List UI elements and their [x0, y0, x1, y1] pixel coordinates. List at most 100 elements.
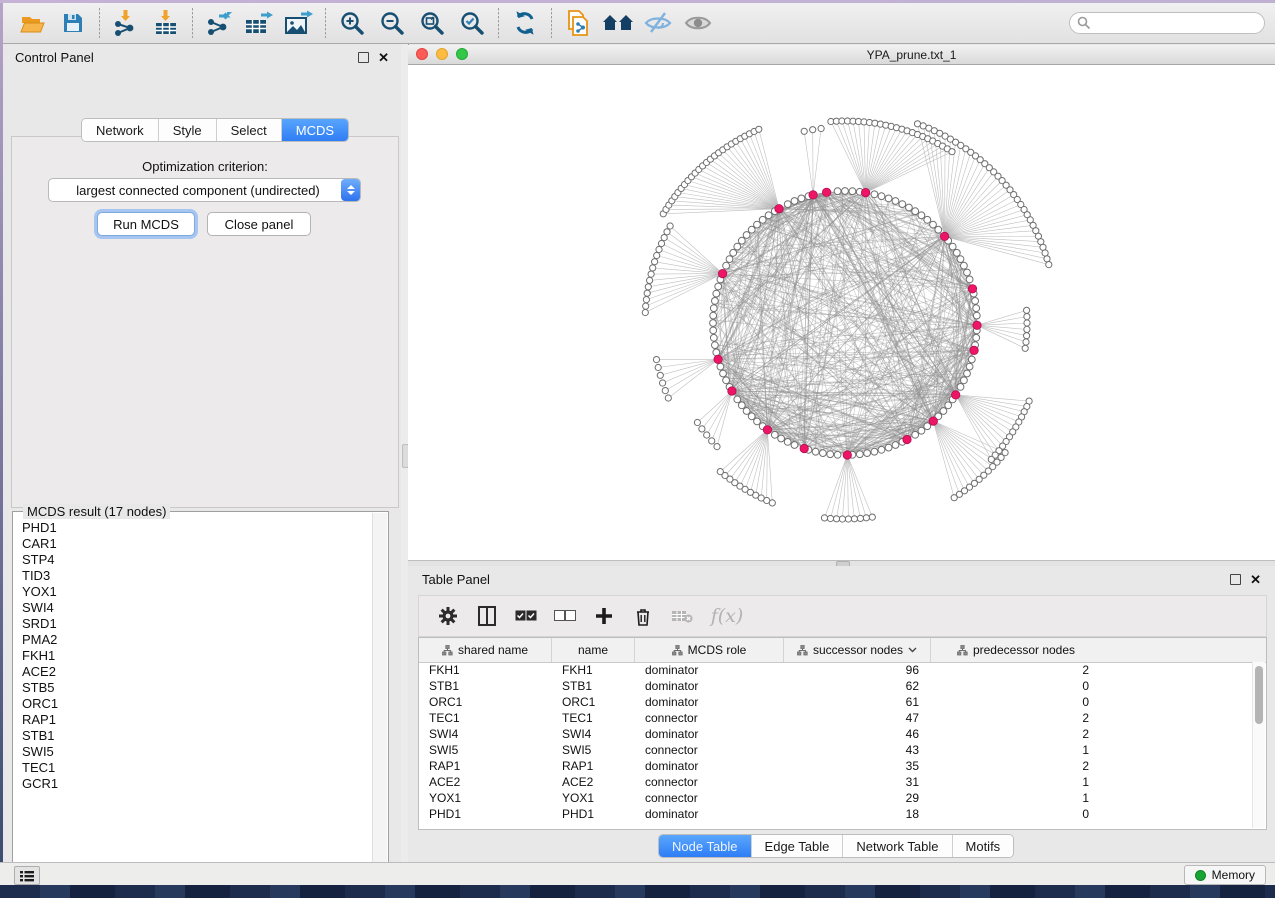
save-session-button[interactable] [53, 6, 93, 40]
zoom-fit-button[interactable] [412, 6, 452, 40]
column-header-predecessor-nodes[interactable]: predecessor nodes [931, 638, 1101, 662]
table-cell: 2 [931, 662, 1101, 678]
table-row[interactable]: RAP1RAP1dominator352 [419, 758, 1253, 774]
run-mcds-button[interactable]: Run MCDS [97, 212, 195, 236]
zoom-selected-button[interactable] [452, 6, 492, 40]
mcds-result-item[interactable]: YOX1 [22, 584, 373, 600]
mcds-result-item[interactable]: PMA2 [22, 632, 373, 648]
close-panel-icon[interactable]: ✕ [1250, 575, 1261, 584]
tab-motifs[interactable]: Motifs [953, 835, 1014, 857]
export-table-icon [244, 10, 274, 36]
list-icon [20, 870, 34, 882]
mcds-result-item[interactable]: ACE2 [22, 664, 373, 680]
import-table-button[interactable] [146, 6, 186, 40]
mcds-result-scrollbar[interactable] [372, 513, 387, 882]
memory-status-dot [1195, 870, 1206, 881]
table-row[interactable]: SWI4SWI4dominator462 [419, 726, 1253, 742]
table-row[interactable]: YOX1YOX1connector291 [419, 790, 1253, 806]
mcds-result-item[interactable]: TEC1 [22, 760, 373, 776]
mcds-result-list[interactable]: PHD1CAR1STP4TID3YOX1SWI4SRD1PMA2FKH1ACE2… [14, 520, 373, 882]
node-table-body: FKH1FKH1dominator962STB1STB1dominator620… [419, 662, 1253, 829]
table-row[interactable]: ORC1ORC1dominator610 [419, 694, 1253, 710]
column-tree-icon [672, 645, 683, 656]
table-cell: ORC1 [419, 694, 552, 710]
table-cell: YOX1 [419, 790, 552, 806]
mcds-result-item[interactable]: STB5 [22, 680, 373, 696]
search-input[interactable] [1069, 12, 1265, 34]
mcds-result-item[interactable]: RAP1 [22, 712, 373, 728]
export-network-icon [205, 10, 233, 36]
tab-network[interactable]: Network [82, 119, 159, 141]
float-panel-icon[interactable] [358, 52, 369, 63]
mcds-result-item[interactable]: FKH1 [22, 648, 373, 664]
mcds-result-item[interactable]: ORC1 [22, 696, 373, 712]
close-window-icon[interactable] [416, 48, 428, 60]
export-image-button[interactable] [279, 6, 319, 40]
table-row[interactable]: STB1STB1dominator620 [419, 678, 1253, 694]
mcds-result-item[interactable]: GCR1 [22, 776, 373, 792]
mcds-result-item[interactable]: TID3 [22, 568, 373, 584]
column-header-name[interactable]: name [552, 638, 635, 662]
maximize-window-icon[interactable] [456, 48, 468, 60]
import-network-button[interactable] [106, 6, 146, 40]
export-table-button[interactable] [239, 6, 279, 40]
hide-details-button[interactable] [638, 6, 678, 40]
table-row[interactable]: SWI5SWI5connector431 [419, 742, 1253, 758]
task-history-button[interactable] [14, 866, 40, 885]
export-network-button[interactable] [199, 6, 239, 40]
minimize-window-icon[interactable] [436, 48, 448, 60]
table-row[interactable]: PHD1PHD1dominator180 [419, 806, 1253, 822]
memory-button[interactable]: Memory [1184, 865, 1266, 885]
table-cell: ACE2 [419, 774, 552, 790]
mcds-result-item[interactable]: PHD1 [22, 520, 373, 536]
table-row[interactable]: ACE2ACE2connector311 [419, 774, 1253, 790]
tab-edge-table[interactable]: Edge Table [752, 835, 844, 857]
close-panel-icon[interactable]: ✕ [378, 53, 389, 62]
table-row[interactable]: FKH1FKH1dominator962 [419, 662, 1253, 678]
table-scrollbar-thumb[interactable] [1255, 666, 1263, 724]
optimization-criterion-label: Optimization criterion: [12, 159, 398, 174]
node-table: shared namenameMCDS rolesuccessor nodesp… [418, 637, 1267, 830]
delete-column-button[interactable] [630, 603, 656, 629]
mcds-result-item[interactable]: STB1 [22, 728, 373, 744]
close-panel-button[interactable]: Close panel [207, 212, 311, 236]
column-header-MCDS-role[interactable]: MCDS role [635, 638, 784, 662]
clone-network-button[interactable] [558, 6, 598, 40]
zoom-in-button[interactable] [332, 6, 372, 40]
zoom-out-button[interactable] [372, 6, 412, 40]
deselect-all-columns-button[interactable] [552, 603, 578, 629]
tab-style[interactable]: Style [159, 119, 217, 141]
mcds-result-item[interactable]: STP4 [22, 552, 373, 568]
network-window-titlebar[interactable]: YPA_prune.txt_1 [408, 45, 1275, 65]
table-cell: STB1 [419, 678, 552, 694]
float-panel-icon[interactable] [1230, 574, 1241, 585]
optimization-criterion-select[interactable]: largest connected component (undirected) [48, 178, 361, 202]
network-canvas[interactable] [408, 65, 1275, 560]
mcds-result-item[interactable]: SRD1 [22, 616, 373, 632]
table-cell: STB1 [552, 678, 635, 694]
column-header-successor-nodes[interactable]: successor nodes [784, 638, 931, 662]
tab-network-table[interactable]: Network Table [843, 835, 952, 857]
mcds-result-group: MCDS result (17 nodes) PHD1CAR1STP4TID3Y… [12, 511, 389, 884]
go-home-button[interactable] [598, 6, 638, 40]
mcds-result-item[interactable]: CAR1 [22, 536, 373, 552]
select-all-columns-button[interactable] [513, 603, 539, 629]
table-row[interactable]: TEC1TEC1connector472 [419, 710, 1253, 726]
import-table-icon [153, 10, 179, 36]
show-all-button[interactable] [678, 6, 718, 40]
tab-select[interactable]: Select [217, 119, 282, 141]
mcds-result-item[interactable]: SWI4 [22, 600, 373, 616]
column-header-shared-name[interactable]: shared name [419, 638, 552, 662]
table-settings-button[interactable] [435, 603, 461, 629]
refresh-view-button[interactable] [505, 6, 545, 40]
table-scrollbar[interactable] [1252, 662, 1265, 828]
table-cell: 35 [784, 758, 931, 774]
show-columns-button[interactable] [474, 603, 500, 629]
network-window-title: YPA_prune.txt_1 [408, 48, 1275, 62]
export-image-icon [284, 10, 314, 36]
mcds-result-item[interactable]: SWI5 [22, 744, 373, 760]
tab-node-table[interactable]: Node Table [659, 835, 752, 857]
open-session-button[interactable] [13, 6, 53, 40]
create-column-button[interactable] [591, 603, 617, 629]
tab-mcds[interactable]: MCDS [282, 119, 348, 141]
